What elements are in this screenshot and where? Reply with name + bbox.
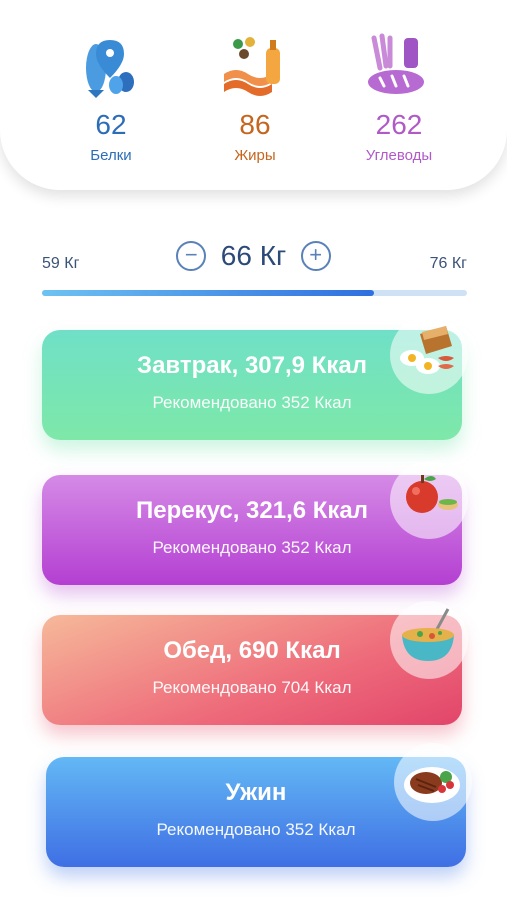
fish-meat-egg-icon <box>86 40 134 98</box>
bread-wheat-icon <box>368 33 424 94</box>
meal-recommended: Рекомендовано 704 Ккал <box>152 678 352 697</box>
macro-protein[interactable]: 62 Белки <box>36 30 186 164</box>
meal-card-dinner[interactable]: Ужин Рекомендовано 352 Ккал <box>46 743 472 867</box>
meal-card-breakfast[interactable]: Завтрак, 307,9 Ккал Рекомендовано 352 Кк… <box>42 316 468 440</box>
protein-value: 62 <box>95 109 127 140</box>
macros-card: 62 Белки 86 Жиры 262 Углеводы <box>0 0 507 190</box>
eggs-toast-bacon-icon <box>390 316 468 394</box>
apple-sandwich-icon <box>390 461 468 539</box>
carbs-label: Углеводы <box>365 147 433 164</box>
meal-recommended: Рекомендовано 352 Ккал <box>156 820 356 839</box>
weight-progress-fill <box>42 290 374 296</box>
increase-weight-button[interactable]: + <box>300 241 331 271</box>
weight-current: 66 Кг <box>220 240 287 271</box>
protein-label: Белки <box>90 147 132 164</box>
weight-max: 76 Кг <box>429 255 467 272</box>
macro-carbs[interactable]: 262 Углеводы <box>324 30 474 164</box>
meal-recommended: Рекомендовано 352 Ккал <box>152 393 352 412</box>
decrease-weight-button[interactable]: − <box>176 241 207 271</box>
carbs-value: 262 <box>375 109 423 140</box>
bacon-oil-olives-icon <box>224 37 280 96</box>
macro-fat[interactable]: 86 Жиры <box>180 30 330 164</box>
fat-value: 86 <box>239 109 271 140</box>
weight-progress-bar[interactable] <box>42 290 467 296</box>
meal-recommended: Рекомендовано 352 Ккал <box>152 538 352 557</box>
meal-card-snack[interactable]: Перекус, 321,6 Ккал Рекомендовано 352 Кк… <box>42 461 468 585</box>
fat-label: Жиры <box>234 147 276 164</box>
meal-card-lunch[interactable]: Обед, 690 Ккал Рекомендовано 704 Ккал <box>42 601 468 725</box>
steak-plate-icon <box>394 743 472 821</box>
soup-bowl-icon <box>390 601 468 679</box>
